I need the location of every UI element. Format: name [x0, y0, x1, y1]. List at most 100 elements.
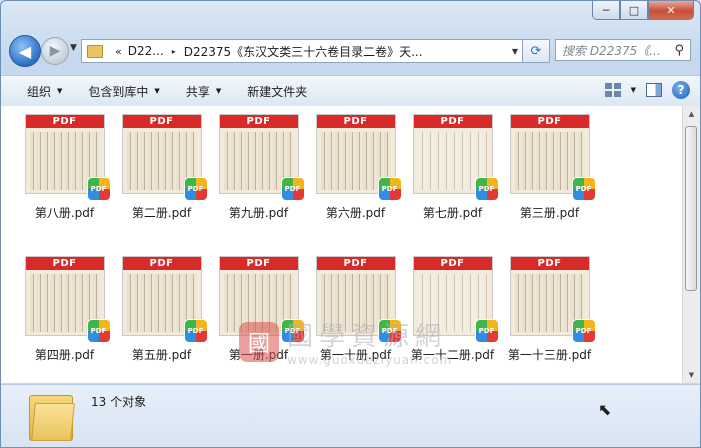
file-list: PDF PDF 第八册.pdf PDF PDF 第二册.pdf PDF PDF 第九册.pdf P…: [1, 106, 682, 383]
caption-buttons: ─ □ ✕: [592, 1, 694, 20]
breadcrumb-current[interactable]: D22375《东汉文类三十六卷目录二卷》天...: [184, 43, 423, 60]
toolbar-right: ▼ ?: [604, 81, 690, 99]
file-name: 第六册.pdf: [325, 206, 386, 220]
forward-button[interactable]: ▶: [41, 37, 69, 65]
file-item[interactable]: PDF PDF 第四册.pdf: [16, 256, 113, 398]
preview-pane-icon[interactable]: [646, 83, 662, 97]
item-count: 13 个对象: [91, 395, 147, 409]
new-folder-label: 新建文件夹: [247, 84, 308, 99]
watermark-title: 國學資源網: [287, 322, 448, 352]
dropdown-icon: ▼: [154, 87, 160, 95]
explorer-window: ─ □ ✕ ◀ ▶ ▼ « D22... ▸ D22375《东汉文类三十六卷目录…: [0, 0, 701, 448]
file-thumbnail-wrap: PDF PDF: [121, 256, 208, 343]
share-label: 共享: [185, 84, 210, 99]
dropdown-icon: ▼: [57, 87, 63, 95]
pdf-app-badge-icon: PDF: [86, 177, 111, 201]
file-name: 第三册.pdf: [519, 206, 580, 220]
close-button[interactable]: ✕: [648, 1, 694, 20]
command-bar: 组织 ▼ 包含到库中 ▼ 共享 ▼ 新建文件夹 ▼ ?: [1, 75, 700, 107]
file-name: 第九册.pdf: [228, 206, 289, 220]
address-bar[interactable]: « D22... ▸ D22375《东汉文类三十六卷目录二卷》天... ▼: [81, 39, 523, 63]
file-thumbnail-wrap: PDF PDF: [121, 114, 208, 201]
include-library-label: 包含到库中: [88, 84, 149, 99]
pdf-band-label: PDF: [219, 115, 298, 128]
view-dropdown-icon[interactable]: ▼: [631, 86, 636, 94]
pdf-app-badge-icon: PDF: [183, 319, 208, 343]
file-thumbnail-wrap: PDF PDF: [315, 114, 402, 201]
watermark-seal-icon: 國: [239, 321, 279, 362]
breadcrumb-item[interactable]: D22...: [128, 44, 164, 58]
maximize-button[interactable]: □: [620, 1, 648, 20]
change-view-icon[interactable]: [604, 83, 621, 97]
organize-label: 组织: [27, 84, 52, 99]
pdf-band-label: PDF: [122, 257, 201, 270]
file-item[interactable]: PDF PDF 第六册.pdf: [307, 114, 404, 256]
file-item[interactable]: PDF PDF 第九册.pdf: [210, 114, 307, 256]
file-thumbnail-wrap: PDF PDF: [218, 114, 305, 201]
mouse-cursor-icon: ⬉: [598, 400, 612, 419]
scroll-down-icon[interactable]: ▼: [683, 367, 700, 383]
search-placeholder: 搜索 D22375《...: [562, 43, 661, 58]
file-item[interactable]: PDF PDF 第五册.pdf: [113, 256, 210, 398]
back-arrow-icon: ◀: [18, 41, 32, 61]
pdf-band-label: PDF: [25, 115, 104, 128]
pdf-band-label: PDF: [219, 257, 298, 270]
watermark: 國 國學資源網 www.guoxueziyuan.com: [239, 316, 452, 367]
pdf-app-badge-icon: PDF: [86, 319, 111, 343]
search-icon[interactable]: ⚲: [674, 43, 684, 58]
file-name: 第八册.pdf: [34, 206, 95, 220]
new-folder-button[interactable]: 新建文件夹: [247, 83, 307, 100]
file-thumbnail-wrap: PDF PDF: [509, 256, 596, 343]
file-name: 第七册.pdf: [422, 206, 483, 220]
scroll-up-icon[interactable]: ▲: [683, 106, 700, 122]
pdf-band-label: PDF: [316, 257, 395, 270]
breadcrumb-separator-icon[interactable]: ▸: [172, 47, 176, 56]
pdf-band-label: PDF: [316, 115, 395, 128]
file-thumbnail-wrap: PDF PDF: [412, 114, 499, 201]
pdf-app-badge-icon: PDF: [377, 177, 402, 201]
share-menu[interactable]: 共享 ▼: [186, 83, 221, 100]
minimize-button[interactable]: ─: [592, 1, 620, 20]
pdf-band-label: PDF: [25, 257, 104, 270]
file-item[interactable]: PDF PDF 第三册.pdf: [501, 114, 598, 256]
file-thumbnail-wrap: PDF PDF: [24, 114, 111, 201]
dropdown-icon: ▼: [215, 87, 222, 95]
pdf-app-badge-icon: PDF: [280, 177, 305, 201]
pdf-band-label: PDF: [510, 257, 589, 270]
file-thumbnail-wrap: PDF PDF: [509, 114, 596, 201]
help-icon[interactable]: ?: [672, 81, 690, 99]
history-dropdown-icon[interactable]: ▼: [70, 43, 77, 53]
refresh-icon: ⟳: [530, 43, 542, 59]
pdf-band-label: PDF: [122, 115, 201, 128]
file-name: 第五册.pdf: [131, 348, 192, 362]
file-name: 第一十三册.pdf: [507, 348, 592, 362]
vertical-scrollbar[interactable]: ▲ ▼: [682, 106, 700, 383]
file-item[interactable]: PDF PDF 第七册.pdf: [404, 114, 501, 256]
details-pane: 13 个对象: [1, 384, 700, 447]
file-name: 第四册.pdf: [34, 348, 95, 362]
file-item[interactable]: PDF PDF 第八册.pdf: [16, 114, 113, 256]
pdf-app-badge-icon: PDF: [474, 177, 499, 201]
watermark-url: www.guoxueziyuan.com: [287, 353, 453, 367]
pdf-app-badge-icon: PDF: [183, 177, 208, 201]
folder-large-icon: [29, 391, 75, 441]
file-item[interactable]: PDF PDF 第二册.pdf: [113, 114, 210, 256]
pdf-app-badge-icon: PDF: [474, 319, 499, 343]
navigation-bar: ◀ ▶ ▼ « D22... ▸ D22375《东汉文类三十六卷目录二卷》天..…: [9, 35, 699, 67]
back-button[interactable]: ◀: [9, 35, 41, 67]
pdf-app-badge-icon: PDF: [571, 177, 596, 201]
scroll-thumb[interactable]: [685, 126, 697, 291]
address-dropdown-icon[interactable]: ▼: [512, 47, 518, 56]
folder-icon: [87, 44, 103, 58]
pdf-band-label: PDF: [510, 115, 589, 128]
include-in-library-menu[interactable]: 包含到库中 ▼: [88, 83, 159, 100]
file-item[interactable]: PDF PDF 第一十三册.pdf: [501, 256, 598, 398]
pdf-band-label: PDF: [413, 257, 492, 270]
refresh-button[interactable]: ⟳: [522, 39, 550, 63]
file-name: 第二册.pdf: [131, 206, 192, 220]
search-input[interactable]: 搜索 D22375《... ⚲: [555, 39, 691, 61]
forward-arrow-icon: ▶: [49, 43, 61, 59]
organize-menu[interactable]: 组织 ▼: [27, 83, 62, 100]
overflow-chevron-icon[interactable]: «: [115, 45, 122, 58]
file-thumbnail-wrap: PDF PDF: [24, 256, 111, 343]
